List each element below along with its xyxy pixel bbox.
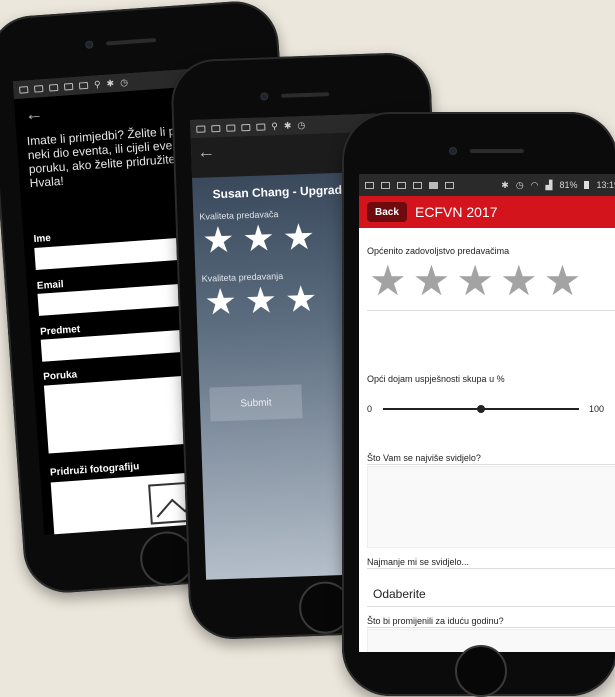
camera-icon [86, 41, 93, 48]
least-liked-question: Najmanje mi se svidjelo... [367, 557, 470, 567]
phone-icon [445, 181, 454, 189]
message-icon [365, 181, 374, 189]
alarm-icon: ◷ [515, 179, 524, 190]
name-label: Ime [33, 232, 52, 246]
message-icon [196, 125, 206, 133]
back-arrow-icon[interactable]: ← [24, 103, 43, 125]
message-label: Poruka [42, 369, 78, 383]
gallery-icon [63, 82, 74, 91]
photo-label: Pridruži fotografiju [49, 461, 140, 479]
phone-right: ✱ ◷ ◠ ▟ 81% 13:19 Back ECFVN 2017 Općeni… [342, 112, 615, 697]
slider-max-label: 100 [589, 404, 605, 414]
storage-icon [78, 81, 89, 89]
camera-icon [261, 93, 268, 100]
mail-icon [211, 124, 221, 132]
gallery-icon [413, 181, 422, 189]
back-arrow-icon[interactable]: ← [197, 141, 216, 163]
satisfaction-star-rating[interactable]: ★★★★★ [369, 256, 587, 305]
least-liked-select[interactable]: Odaberite [373, 587, 426, 601]
camera-icon [450, 148, 456, 154]
change-question: Što bi promijenili za iduću godinu? [367, 616, 504, 626]
back-button[interactable]: Back [367, 202, 407, 222]
email-label: Email [36, 279, 64, 292]
speaker-grille [106, 38, 157, 46]
storage-icon [256, 122, 266, 131]
bluetooth-icon: ✱ [283, 120, 292, 131]
lecture-star-rating[interactable]: ★★★ [204, 277, 326, 323]
divider [367, 310, 615, 311]
battery-level: 81% [559, 180, 578, 190]
impression-question: Opći dojam uspješnosti skupa u % [367, 374, 505, 384]
signal-icon: ▟ [545, 179, 553, 190]
alarm-icon: ◷ [297, 119, 306, 130]
survey-screen: ✱ ◷ ◠ ▟ 81% 13:19 Back ECFVN 2017 Općeni… [359, 174, 615, 652]
clock: 13:19 [596, 180, 615, 190]
battery-icon [584, 181, 590, 189]
speaker-grille [470, 149, 524, 153]
home-button [455, 645, 507, 697]
wifi-icon: ◠ [530, 179, 539, 190]
status-bar: ✱ ◷ ◠ ▟ 81% 13:19 [359, 174, 615, 196]
bluetooth-icon: ✱ [106, 77, 115, 89]
divider [367, 606, 615, 607]
image-icon [48, 83, 59, 92]
divider [367, 464, 615, 465]
image-icon [226, 123, 236, 132]
storage-icon [429, 181, 438, 189]
satisfaction-question: Općenito zadovoljstvo predavačima [367, 246, 510, 256]
gallery-icon [241, 123, 251, 131]
submit-button[interactable]: Submit [209, 384, 303, 422]
location-icon: ⚲ [93, 78, 101, 89]
liked-question: Što Vam se najviše svidjelo? [367, 453, 481, 463]
speaker-grille [281, 92, 330, 98]
divider [367, 627, 615, 628]
app-title: ECFVN 2017 [415, 204, 498, 220]
lecturer-star-rating[interactable]: ★★★ [202, 215, 324, 261]
divider [367, 568, 615, 569]
image-icon [397, 181, 406, 189]
mail-icon [33, 84, 44, 93]
location-icon: ⚲ [271, 120, 279, 131]
slider-min-label: 0 [367, 404, 373, 414]
slider-handle[interactable] [477, 405, 485, 413]
bluetooth-icon: ✱ [501, 179, 509, 190]
mail-icon [381, 181, 390, 189]
speaker-title: Susan Chang - Upgrad [212, 182, 343, 202]
alarm-icon: ◷ [119, 76, 129, 88]
subject-label: Predmet [39, 324, 81, 338]
liked-textarea[interactable] [367, 466, 615, 548]
message-icon [18, 85, 29, 94]
